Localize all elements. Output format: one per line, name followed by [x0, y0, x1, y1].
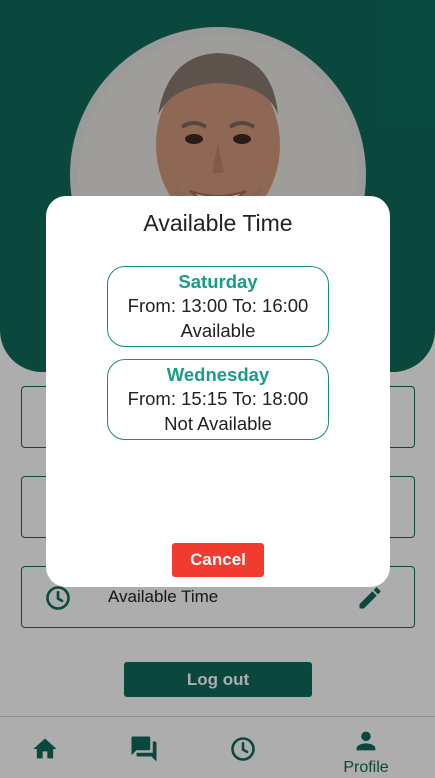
- cancel-button[interactable]: Cancel: [172, 543, 264, 577]
- slot-day: Saturday: [178, 271, 258, 292]
- slot-day: Wednesday: [166, 364, 270, 385]
- dialog-title: Available Time: [143, 210, 293, 236]
- slot-status: Not Available: [164, 413, 272, 434]
- slot-time: From: 13:00 To: 16:00: [127, 295, 309, 316]
- profile-screen: Available Time Log out Profile Available…: [0, 0, 435, 778]
- time-slot-card[interactable]: Saturday From: 13:00 To: 16:00 Available: [107, 266, 329, 347]
- time-slot-card[interactable]: Wednesday From: 15:15 To: 18:00 Not Avai…: [107, 359, 329, 440]
- slot-status: Available: [180, 320, 256, 341]
- available-time-dialog: Available Time Saturday From: 13:00 To: …: [46, 196, 390, 587]
- slot-time: From: 15:15 To: 18:00: [127, 388, 309, 409]
